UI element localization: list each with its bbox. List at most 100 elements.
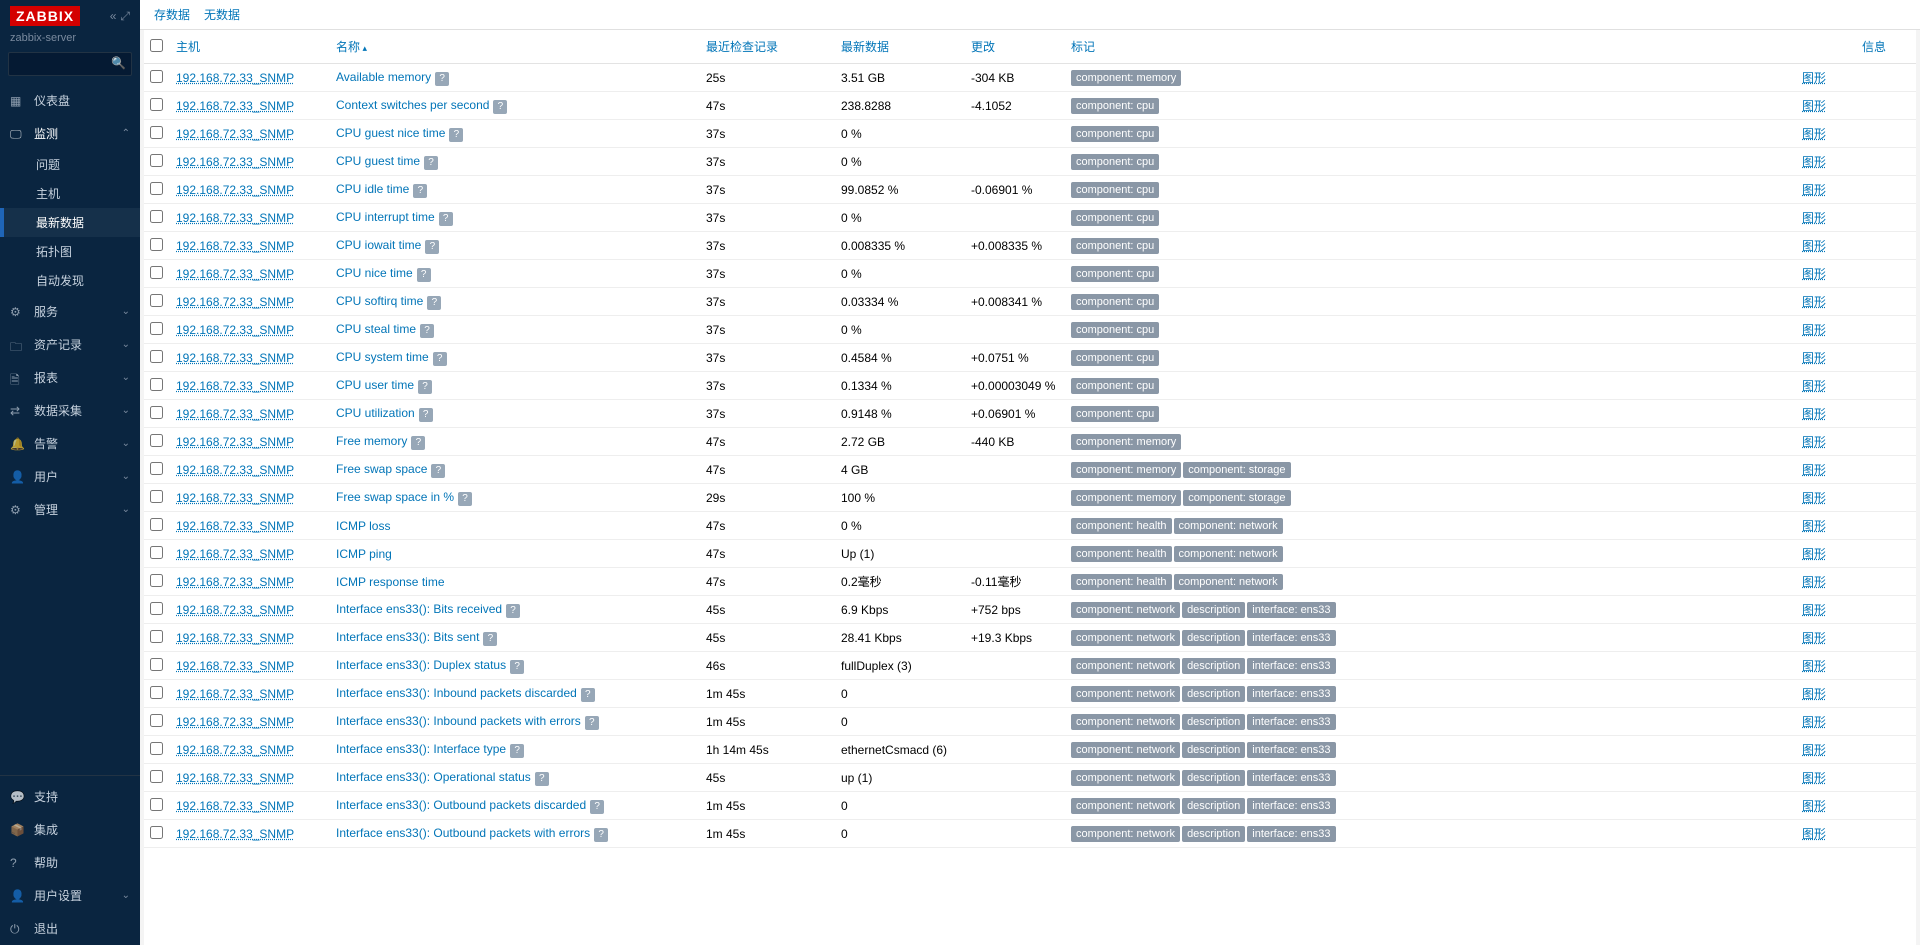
tag[interactable]: component: network [1071, 826, 1180, 842]
host-link[interactable]: 192.168.72.33_SNMP [176, 687, 294, 701]
graph-link[interactable]: 图形 [1802, 519, 1826, 533]
item-name-link[interactable]: CPU guest nice time [336, 126, 445, 140]
item-name-link[interactable]: Interface ens33(): Duplex status [336, 658, 506, 672]
nav-signout[interactable]: ⏻退出 [0, 912, 140, 945]
tag[interactable]: component: health [1071, 574, 1172, 590]
host-link[interactable]: 192.168.72.33_SNMP [176, 183, 294, 197]
host-link[interactable]: 192.168.72.33_SNMP [176, 799, 294, 813]
tag[interactable]: component: network [1071, 602, 1180, 618]
help-icon[interactable]: ? [510, 744, 524, 758]
help-icon[interactable]: ? [419, 408, 433, 422]
nav-services[interactable]: ⚙服务⌄ [0, 295, 140, 328]
tag[interactable]: component: cpu [1071, 406, 1159, 422]
host-link[interactable]: 192.168.72.33_SNMP [176, 827, 294, 841]
tag[interactable]: component: network [1174, 574, 1283, 590]
host-link[interactable]: 192.168.72.33_SNMP [176, 267, 294, 281]
host-link[interactable]: 192.168.72.33_SNMP [176, 211, 294, 225]
header-name[interactable]: 名称 [330, 30, 700, 64]
graph-link[interactable]: 图形 [1802, 771, 1826, 785]
item-name-link[interactable]: CPU user time [336, 378, 414, 392]
row-checkbox[interactable] [150, 210, 163, 223]
row-checkbox[interactable] [150, 574, 163, 587]
tag[interactable]: component: memory [1071, 434, 1181, 450]
help-icon[interactable]: ? [425, 240, 439, 254]
row-checkbox[interactable] [150, 742, 163, 755]
header-change[interactable]: 更改 [965, 30, 1065, 64]
nav-sub-maps[interactable]: 拓扑图 [0, 237, 140, 266]
item-name-link[interactable]: CPU softirq time [336, 294, 423, 308]
tag[interactable]: component: cpu [1071, 322, 1159, 338]
row-checkbox[interactable] [150, 798, 163, 811]
tag[interactable]: component: network [1071, 742, 1180, 758]
host-link[interactable]: 192.168.72.33_SNMP [176, 407, 294, 421]
header-info[interactable]: 信息 [1856, 30, 1916, 64]
nav-admin[interactable]: ⚙管理⌄ [0, 493, 140, 526]
graph-link[interactable]: 图形 [1802, 631, 1826, 645]
graph-link[interactable]: 图形 [1802, 155, 1826, 169]
help-icon[interactable]: ? [483, 632, 497, 646]
graph-link[interactable]: 图形 [1802, 211, 1826, 225]
tag[interactable]: component: network [1071, 658, 1180, 674]
host-link[interactable]: 192.168.72.33_SNMP [176, 743, 294, 757]
row-checkbox[interactable] [150, 462, 163, 475]
nav-user-settings[interactable]: 👤用户设置⌄ [0, 879, 140, 912]
item-name-link[interactable]: Free memory [336, 434, 407, 448]
nav-data-collection[interactable]: ⇄数据采集⌄ [0, 394, 140, 427]
host-link[interactable]: 192.168.72.33_SNMP [176, 379, 294, 393]
tag[interactable]: description [1182, 686, 1245, 702]
item-name-link[interactable]: Free swap space [336, 462, 427, 476]
item-name-link[interactable]: Free swap space in % [336, 490, 454, 504]
graph-link[interactable]: 图形 [1802, 463, 1826, 477]
row-checkbox[interactable] [150, 714, 163, 727]
tag[interactable]: component: network [1071, 630, 1180, 646]
tag[interactable]: interface: ens33 [1247, 630, 1335, 646]
item-name-link[interactable]: ICMP ping [336, 547, 392, 561]
graph-link[interactable]: 图形 [1802, 379, 1826, 393]
host-link[interactable]: 192.168.72.33_SNMP [176, 631, 294, 645]
graph-link[interactable]: 图形 [1802, 323, 1826, 337]
tag[interactable]: interface: ens33 [1247, 770, 1335, 786]
graph-link[interactable]: 图形 [1802, 407, 1826, 421]
row-checkbox[interactable] [150, 434, 163, 447]
row-checkbox[interactable] [150, 294, 163, 307]
tag[interactable]: interface: ens33 [1247, 742, 1335, 758]
help-icon[interactable]: ? [424, 156, 438, 170]
item-name-link[interactable]: CPU idle time [336, 182, 409, 196]
item-name-link[interactable]: ICMP loss [336, 519, 390, 533]
tag[interactable]: component: network [1174, 518, 1283, 534]
graph-link[interactable]: 图形 [1802, 491, 1826, 505]
help-icon[interactable]: ? [590, 800, 604, 814]
nav-support[interactable]: 💬支持 [0, 780, 140, 813]
item-name-link[interactable]: Interface ens33(): Inbound packets disca… [336, 686, 577, 700]
host-link[interactable]: 192.168.72.33_SNMP [176, 323, 294, 337]
row-checkbox[interactable] [150, 98, 163, 111]
row-checkbox[interactable] [150, 630, 163, 643]
tag[interactable]: component: cpu [1071, 98, 1159, 114]
help-icon[interactable]: ? [594, 828, 608, 842]
tab-has-data[interactable]: 存数据 [154, 6, 190, 23]
item-name-link[interactable]: CPU guest time [336, 154, 420, 168]
tag[interactable]: component: health [1071, 518, 1172, 534]
row-checkbox[interactable] [150, 266, 163, 279]
graph-link[interactable]: 图形 [1802, 575, 1826, 589]
host-link[interactable]: 192.168.72.33_SNMP [176, 659, 294, 673]
row-checkbox[interactable] [150, 378, 163, 391]
tag[interactable]: component: cpu [1071, 126, 1159, 142]
tag[interactable]: description [1182, 658, 1245, 674]
tag[interactable]: component: cpu [1071, 238, 1159, 254]
row-checkbox[interactable] [150, 182, 163, 195]
graph-link[interactable]: 图形 [1802, 547, 1826, 561]
help-icon[interactable]: ? [420, 324, 434, 338]
host-link[interactable]: 192.168.72.33_SNMP [176, 351, 294, 365]
graph-link[interactable]: 图形 [1802, 99, 1826, 113]
nav-sub-hosts[interactable]: 主机 [0, 179, 140, 208]
item-name-link[interactable]: Available memory [336, 70, 431, 84]
nav-integrations[interactable]: 📦集成 [0, 813, 140, 846]
item-name-link[interactable]: Interface ens33(): Outbound packets disc… [336, 798, 586, 812]
tag[interactable]: interface: ens33 [1247, 658, 1335, 674]
item-name-link[interactable]: CPU interrupt time [336, 210, 435, 224]
item-name-link[interactable]: Interface ens33(): Inbound packets with … [336, 714, 581, 728]
tag[interactable]: interface: ens33 [1247, 686, 1335, 702]
tag[interactable]: component: network [1071, 770, 1180, 786]
tag[interactable]: component: memory [1071, 70, 1181, 86]
